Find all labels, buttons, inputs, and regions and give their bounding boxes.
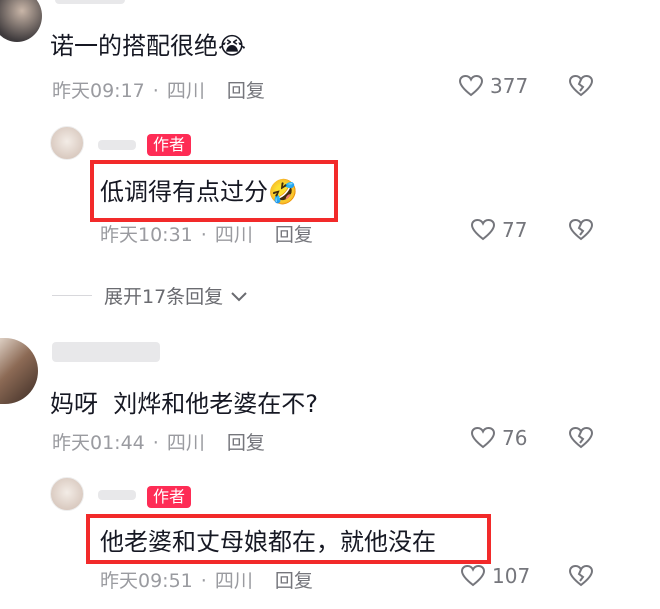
dislike-button[interactable] — [568, 426, 594, 454]
author-avatar[interactable] — [50, 477, 84, 511]
crying-emoji-icon: 😭 — [218, 32, 247, 60]
commenter-avatar[interactable] — [0, 0, 42, 42]
commenter-avatar[interactable] — [0, 338, 38, 404]
reply-button[interactable]: 回复 — [227, 80, 265, 102]
commenter-name-redacted[interactable] — [52, 342, 160, 362]
comment-time: 昨天01:44 — [52, 432, 145, 454]
broken-heart-icon — [568, 564, 594, 587]
reply-meta: 昨天09:51 · 四川 回复 — [100, 570, 313, 592]
heart-icon — [458, 74, 484, 97]
reply-button[interactable]: 回复 — [275, 224, 313, 246]
reply-button[interactable]: 回复 — [227, 432, 265, 454]
broken-heart-icon — [568, 218, 594, 241]
like-count: 107 — [492, 564, 531, 588]
heart-icon — [470, 218, 496, 241]
comment-time: 昨天09:17 — [52, 80, 145, 102]
heart-icon — [470, 426, 496, 449]
like-count: 377 — [490, 74, 529, 98]
broken-heart-icon — [568, 426, 594, 449]
comment-meta: 昨天09:17 · 四川 回复 — [52, 80, 265, 102]
expand-replies-label: 展开17条回复 — [104, 286, 224, 308]
like-button[interactable]: 377 — [458, 74, 528, 98]
reply-meta: 昨天10:31 · 四川 回复 — [100, 224, 313, 246]
expand-replies-button[interactable]: 展开17条回复 — [52, 282, 249, 309]
like-count: 76 — [502, 426, 528, 450]
reply-text: 低调得有点过分🤣 — [100, 178, 298, 206]
dislike-button[interactable] — [568, 74, 594, 102]
like-button[interactable]: 76 — [470, 426, 527, 450]
comment-meta: 昨天01:44 · 四川 回复 — [52, 432, 265, 454]
comment-text: 妈呀 刘烨和他老婆在不? — [50, 390, 318, 418]
chevron-down-icon — [231, 291, 247, 301]
dislike-button[interactable] — [568, 218, 594, 246]
expand-divider — [52, 295, 92, 296]
like-button[interactable]: 107 — [460, 564, 530, 588]
comment-location: 四川 — [166, 432, 205, 454]
like-button[interactable]: 77 — [470, 218, 527, 242]
author-name-redacted[interactable] — [98, 490, 136, 500]
author-badge: 作者 — [147, 486, 192, 508]
reply-time: 昨天10:31 — [100, 224, 193, 246]
commenter-name-redacted[interactable] — [55, 0, 125, 4]
like-count: 77 — [502, 218, 528, 242]
reply-location: 四川 — [214, 570, 253, 592]
reply-location: 四川 — [214, 224, 253, 246]
comment-location: 四川 — [166, 80, 205, 102]
heart-icon — [460, 564, 486, 587]
author-avatar[interactable] — [50, 126, 84, 160]
author-badge: 作者 — [147, 134, 192, 156]
dislike-button[interactable] — [568, 564, 594, 592]
author-name-redacted[interactable] — [98, 140, 136, 150]
laughing-emoji-icon: 🤣 — [268, 178, 298, 206]
comment-text: 诺一的搭配很绝😭 — [50, 32, 247, 60]
broken-heart-icon — [568, 74, 594, 97]
reply-button[interactable]: 回复 — [275, 570, 313, 592]
reply-text: 他老婆和丈母娘都在，就他没在 — [100, 528, 436, 556]
reply-time: 昨天09:51 — [100, 570, 193, 592]
